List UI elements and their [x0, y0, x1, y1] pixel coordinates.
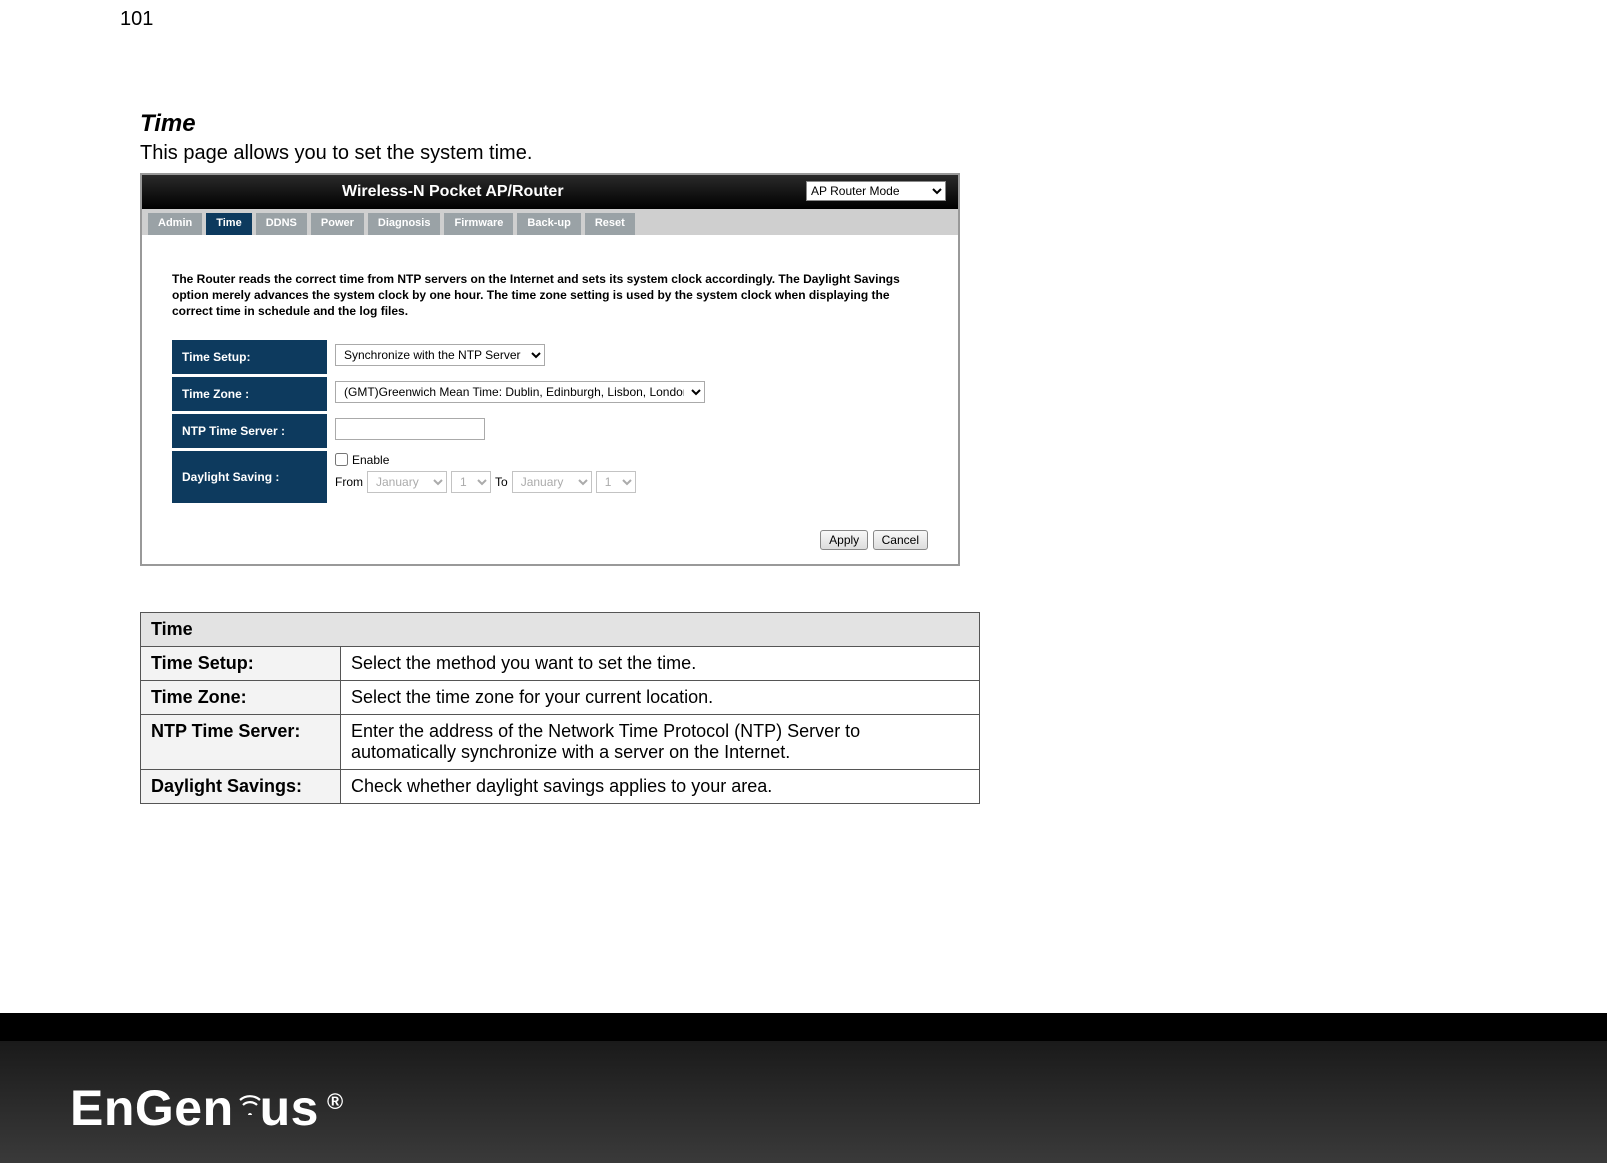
page-number: 101 [120, 8, 153, 31]
tab-firmware[interactable]: Firmware [444, 213, 513, 235]
info-table: Time Time Setup:Select the method you wa… [140, 612, 980, 804]
row-time-zone: Time Zone : (GMT)Greenwich Mean Time: Du… [172, 377, 928, 411]
select-time-setup[interactable]: Synchronize with the NTP Server [335, 344, 545, 366]
table-row: Time Setup:Select the method you want to… [141, 646, 980, 680]
tab-ddns[interactable]: DDNS [256, 213, 307, 235]
router-body: The Router reads the correct time from N… [142, 235, 958, 522]
label-ntp: NTP Time Server : [172, 414, 327, 448]
cancel-button[interactable]: Cancel [873, 530, 928, 550]
main-content: Time This page allows you to set the sys… [140, 110, 1140, 804]
info-val: Enter the address of the Network Time Pr… [341, 714, 980, 769]
tab-bar: Admin Time DDNS Power Diagnosis Firmware… [142, 209, 958, 235]
page-footer: EnGen us ® [0, 1013, 1607, 1163]
checkbox-enable-dst[interactable] [335, 453, 348, 466]
brand-logo: EnGen us® [70, 1079, 338, 1137]
tab-diagnosis[interactable]: Diagnosis [368, 213, 441, 235]
tab-backup[interactable]: Back-up [517, 213, 580, 235]
table-row: Time [141, 612, 980, 646]
page-title: Time [140, 110, 1140, 138]
select-time-zone[interactable]: (GMT)Greenwich Mean Time: Dublin, Edinbu… [335, 381, 705, 403]
label-daylight: Daylight Saving : [172, 451, 327, 503]
brand-text-prefix: EnGen [70, 1079, 234, 1137]
info-val: Select the time zone for your current lo… [341, 680, 980, 714]
info-val: Select the method you want to set the ti… [341, 646, 980, 680]
select-from-day[interactable]: 1 [451, 471, 491, 493]
info-key: NTP Time Server: [141, 714, 341, 769]
info-val: Check whether daylight savings applies t… [341, 769, 980, 803]
label-to: To [495, 475, 508, 489]
brand-text-suffix: us [260, 1079, 319, 1137]
select-to-day[interactable]: 1 [596, 471, 636, 493]
button-row: Apply Cancel [142, 522, 958, 564]
info-header: Time [141, 612, 980, 646]
page-subtitle: This page allows you to set the system t… [140, 142, 1140, 165]
apply-button[interactable]: Apply [820, 530, 868, 550]
label-enable: Enable [352, 453, 389, 467]
info-key: Time Zone: [141, 680, 341, 714]
wifi-icon [239, 1089, 261, 1115]
mode-select[interactable]: AP Router Mode [806, 181, 946, 201]
info-key: Daylight Savings: [141, 769, 341, 803]
registered-icon: ® [327, 1089, 344, 1115]
label-time-setup: Time Setup: [172, 340, 327, 374]
table-row: Daylight Savings:Check whether daylight … [141, 769, 980, 803]
row-time-setup: Time Setup: Synchronize with the NTP Ser… [172, 340, 928, 374]
tab-admin[interactable]: Admin [148, 213, 202, 235]
table-row: Time Zone:Select the time zone for your … [141, 680, 980, 714]
row-daylight: Daylight Saving : Enable From January 1 … [172, 451, 928, 503]
router-header: Wireless-N Pocket AP/Router AP Router Mo… [142, 175, 958, 209]
info-key: Time Setup: [141, 646, 341, 680]
tab-power[interactable]: Power [311, 213, 364, 235]
label-time-zone: Time Zone : [172, 377, 327, 411]
label-from: From [335, 475, 363, 489]
router-header-title: Wireless-N Pocket AP/Router [342, 183, 564, 201]
select-to-month[interactable]: January [512, 471, 592, 493]
table-row: NTP Time Server:Enter the address of the… [141, 714, 980, 769]
tab-reset[interactable]: Reset [585, 213, 635, 235]
input-ntp-server[interactable] [335, 418, 485, 440]
router-panel: Wireless-N Pocket AP/Router AP Router Mo… [140, 173, 960, 566]
select-from-month[interactable]: January [367, 471, 447, 493]
tab-time[interactable]: Time [206, 213, 251, 235]
router-description: The Router reads the correct time from N… [172, 271, 922, 320]
row-ntp: NTP Time Server : [172, 414, 928, 448]
